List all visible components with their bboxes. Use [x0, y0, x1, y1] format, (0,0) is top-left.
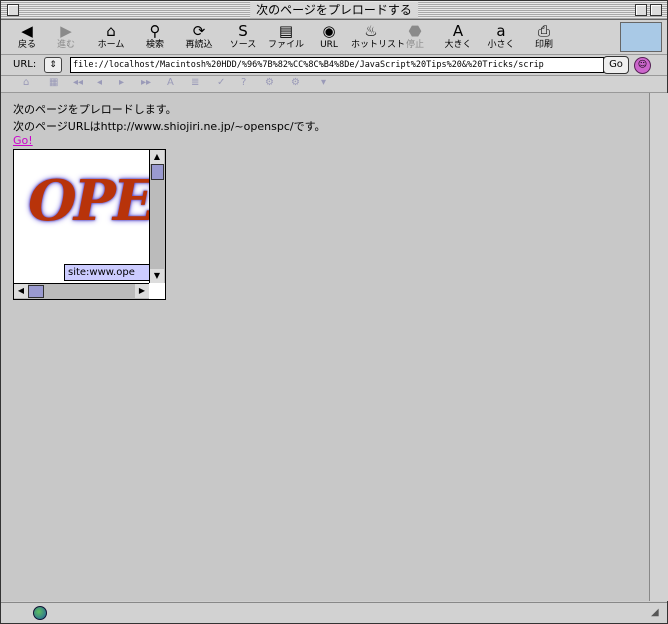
- nav-down-icon[interactable]: ▾: [321, 77, 326, 88]
- source-icon: S: [238, 22, 248, 40]
- toolbar-button-4[interactable]: ⟳ 再読込: [179, 22, 219, 51]
- message-line-2: 次のページURLはhttp://www.shiojiri.ne.jp/~open…: [13, 120, 326, 133]
- scroll-up-icon[interactable]: ▲: [150, 150, 164, 164]
- toolbar-button-0[interactable]: ◀ 戻る: [7, 22, 47, 51]
- inline-frame: OPE site:www.ope ▲ ▼ ◀ ▶: [13, 149, 166, 300]
- toolbar-button-label: 小さく: [487, 40, 515, 50]
- toolbar-button-label: ホーム: [97, 40, 125, 50]
- message-line-1: 次のページをプレロードします。: [13, 103, 177, 116]
- frame-vertical-scrollbar[interactable]: ▲ ▼: [149, 150, 165, 283]
- toolbar-button-label: ファイル: [267, 40, 304, 50]
- globe-icon: [33, 606, 47, 620]
- nav-next-icon[interactable]: ▸: [119, 77, 124, 88]
- browser-window: 次のページをプレロードする ◀ 戻る ▶ 進む ⌂ ホーム ⚲ 検索 ⟳ 再読込 S ソース ▤ ファイル…: [0, 0, 668, 624]
- nav-check-icon[interactable]: ✓: [217, 77, 225, 88]
- nav-first-icon[interactable]: ◂◂: [73, 77, 83, 88]
- font-larger-icon: A: [452, 22, 464, 40]
- toolbar-button-12[interactable]: ⎙ 印刷: [524, 22, 564, 51]
- toolbar-button-11[interactable]: a 小さく: [481, 22, 521, 51]
- toolbar-button-2[interactable]: ⌂ ホーム: [91, 22, 131, 51]
- go-link[interactable]: Go!: [13, 134, 33, 147]
- nav-gear-icon[interactable]: ⚙: [265, 77, 274, 88]
- toolbar-button-7[interactable]: ◉ URL: [309, 22, 349, 51]
- close-box[interactable]: [7, 4, 19, 16]
- url-label: URL:: [13, 59, 37, 70]
- scroll-down-icon[interactable]: ▼: [150, 269, 164, 283]
- nav-home-icon[interactable]: ⌂: [23, 77, 29, 88]
- site-label: site:www.ope: [64, 264, 149, 281]
- url-icon: ◉: [322, 22, 336, 40]
- toolbar-button-label: 大きく: [444, 40, 472, 50]
- title-bar[interactable]: 次のページをプレロードする: [1, 1, 667, 20]
- vertical-scroll-thumb[interactable]: [151, 164, 164, 180]
- toolbar-button-5[interactable]: S ソース: [223, 22, 263, 51]
- toolbar-button-3[interactable]: ⚲ 検索: [135, 22, 175, 51]
- toolbar-button-1[interactable]: ▶ 進む: [46, 22, 86, 51]
- smiley-icon: ☺: [634, 57, 651, 74]
- car-icon[interactable]: [620, 22, 662, 52]
- print-icon: ⎙: [537, 22, 550, 40]
- logo-image: OPE site:www.ope: [14, 150, 149, 283]
- main-vertical-scrollbar[interactable]: [649, 93, 668, 601]
- resize-grip-icon[interactable]: ◢: [651, 607, 665, 621]
- toolbar-button-label: ソース: [229, 40, 257, 50]
- toolbar-button-label: 再読込: [185, 40, 213, 50]
- home-icon: ⌂: [106, 22, 116, 40]
- scroll-right-icon[interactable]: ▶: [135, 284, 149, 298]
- search-icon: ⚲: [149, 22, 161, 40]
- toolbar-button-label: 印刷: [534, 40, 553, 50]
- hotlist-icon: ♨: [364, 22, 378, 40]
- toolbar-button-8[interactable]: ♨ ホットリスト: [351, 22, 406, 51]
- window-title: 次のページをプレロードする: [250, 2, 418, 18]
- forward-arrow-icon: ▶: [60, 22, 72, 40]
- font-smaller-icon: a: [496, 22, 506, 40]
- scroll-left-icon[interactable]: ◀: [14, 284, 28, 298]
- url-history-dropdown[interactable]: ⇕: [44, 57, 62, 73]
- frame-horizontal-scrollbar[interactable]: ◀ ▶: [14, 283, 149, 299]
- nav-text-icon[interactable]: A: [167, 77, 174, 88]
- go-button[interactable]: Go: [603, 56, 629, 74]
- toolbar-button-label: 停止: [405, 40, 424, 50]
- zoom-box[interactable]: [635, 4, 647, 16]
- navigation-row: ⌂ ▦ ◂◂ ◂ ▸ ▸▸ A ≣ ✓ ? ⚙ ⚙ ▾: [1, 76, 667, 93]
- nav-last-icon[interactable]: ▸▸: [141, 77, 151, 88]
- status-bar: ◢: [1, 602, 667, 623]
- nav-list-icon[interactable]: ≣: [191, 77, 199, 88]
- back-arrow-icon: ◀: [21, 22, 33, 40]
- nav-help-icon[interactable]: ?: [241, 77, 246, 88]
- stop-icon: ⬣: [408, 22, 422, 40]
- url-bar: URL: ⇕ file://localhost/Macintosh%20HDD/…: [1, 55, 667, 76]
- toolbar-button-label: 戻る: [17, 40, 36, 50]
- toolbar: ◀ 戻る ▶ 進む ⌂ ホーム ⚲ 検索 ⟳ 再読込 S ソース ▤ ファイル ◉ URL ♨ ホットリスト ⬣ 停止…: [1, 20, 667, 55]
- nav-gear2-icon[interactable]: ⚙: [291, 77, 300, 88]
- toolbar-button-10[interactable]: A 大きく: [438, 22, 478, 51]
- toolbar-button-label: ホットリスト: [351, 40, 406, 50]
- page-content: 次のページをプレロードします。 次のページURLはhttp://www.shio…: [1, 93, 649, 601]
- logo-text: OPE: [28, 168, 149, 234]
- nav-prev-icon[interactable]: ◂: [97, 77, 102, 88]
- url-input[interactable]: file://localhost/Macintosh%20HDD/%96%7B%…: [70, 57, 604, 73]
- toolbar-button-label: 進む: [56, 40, 75, 50]
- toolbar-button-label: 検索: [145, 40, 164, 50]
- collapse-box[interactable]: [650, 4, 662, 16]
- nav-grid-icon[interactable]: ▦: [49, 77, 58, 88]
- toolbar-button-label: URL: [320, 40, 338, 50]
- reload-icon: ⟳: [192, 22, 206, 40]
- toolbar-button-6[interactable]: ▤ ファイル: [266, 22, 306, 51]
- toolbar-button-9[interactable]: ⬣ 停止: [395, 22, 435, 51]
- horizontal-scroll-thumb[interactable]: [28, 285, 44, 298]
- file-icon: ▤: [278, 22, 294, 40]
